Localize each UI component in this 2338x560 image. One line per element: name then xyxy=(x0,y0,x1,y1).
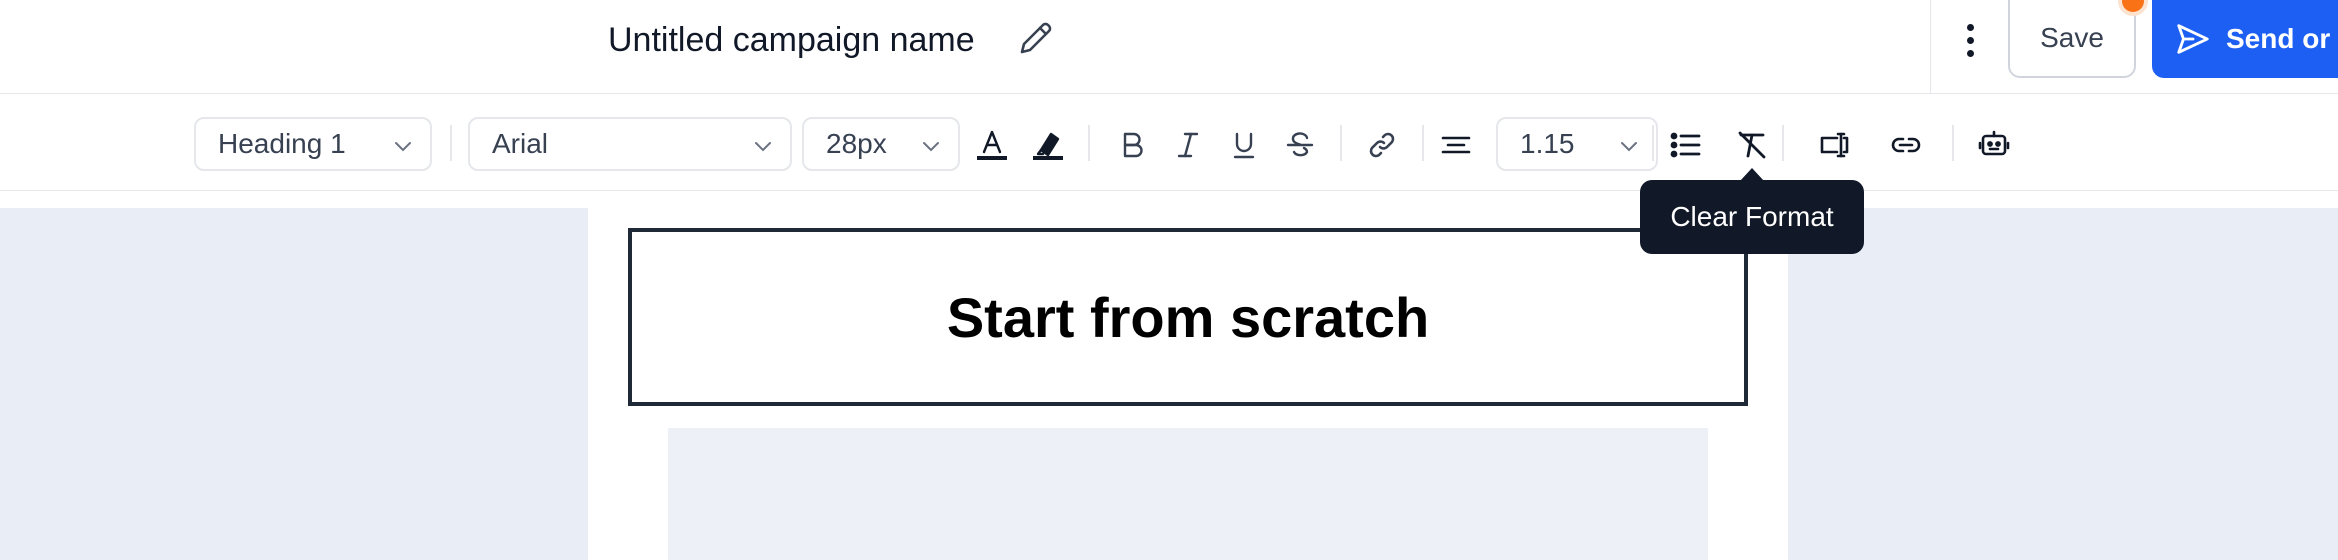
toolbar-divider xyxy=(1652,125,1654,161)
toolbar-divider xyxy=(1952,125,1954,161)
bold-icon[interactable] xyxy=(1112,125,1152,165)
block-type-value: Heading 1 xyxy=(218,128,346,159)
heading-block[interactable]: Start from scratch xyxy=(628,228,1748,406)
chevron-down-icon xyxy=(923,142,939,152)
line-height-select[interactable]: 1.15 xyxy=(1496,117,1658,171)
button-insert-icon[interactable] xyxy=(1814,125,1854,165)
block-type-select[interactable]: Heading 1 xyxy=(194,117,432,171)
chevron-down-icon xyxy=(755,142,771,152)
toolbar-divider xyxy=(450,125,452,161)
chevron-down-icon xyxy=(1621,142,1637,152)
robot-icon[interactable] xyxy=(1974,125,2014,165)
send-button[interactable]: Send or xyxy=(2152,0,2338,78)
kebab-vertical-icon[interactable] xyxy=(1950,16,1990,64)
font-family-select[interactable]: Arial xyxy=(468,117,792,171)
text-color-icon[interactable] xyxy=(972,125,1012,165)
save-button[interactable]: Save xyxy=(2008,0,2136,78)
formatting-toolbar: Heading 1 Arial 28px 1.15 xyxy=(0,95,2338,191)
send-button-label: Send or xyxy=(2226,23,2331,54)
bullet-list-icon[interactable] xyxy=(1666,125,1706,165)
link-chain-icon[interactable] xyxy=(1886,125,1926,165)
underline-icon[interactable] xyxy=(1224,125,1264,165)
italic-icon[interactable] xyxy=(1168,125,1208,165)
font-size-value: 28px xyxy=(826,128,887,159)
heading-text[interactable]: Start from scratch xyxy=(947,285,1429,350)
header-divider xyxy=(1930,0,1931,94)
line-height-value: 1.15 xyxy=(1520,128,1575,159)
clear-format-tooltip: Clear Format xyxy=(1640,180,1864,254)
toolbar-divider xyxy=(1422,125,1424,161)
link-icon[interactable] xyxy=(1362,125,1402,165)
font-size-select[interactable]: 28px xyxy=(802,117,960,171)
highlighter-icon[interactable] xyxy=(1028,125,1068,165)
clear-format-icon[interactable] xyxy=(1732,125,1772,165)
image-placeholder-block[interactable] xyxy=(668,428,1708,560)
toolbar-divider xyxy=(1782,125,1784,161)
strikethrough-icon[interactable] xyxy=(1280,125,1320,165)
toolbar-divider xyxy=(1340,125,1342,161)
campaign-title[interactable]: Untitled campaign name xyxy=(608,18,975,62)
chevron-down-icon xyxy=(395,142,411,152)
pencil-icon[interactable] xyxy=(1016,18,1056,58)
align-center-icon[interactable] xyxy=(1436,125,1476,165)
paper-plane-icon xyxy=(2177,24,2209,54)
toolbar-divider xyxy=(1088,125,1090,161)
app-header: Untitled campaign name Save Send or xyxy=(0,0,2338,94)
font-family-value: Arial xyxy=(492,128,549,159)
